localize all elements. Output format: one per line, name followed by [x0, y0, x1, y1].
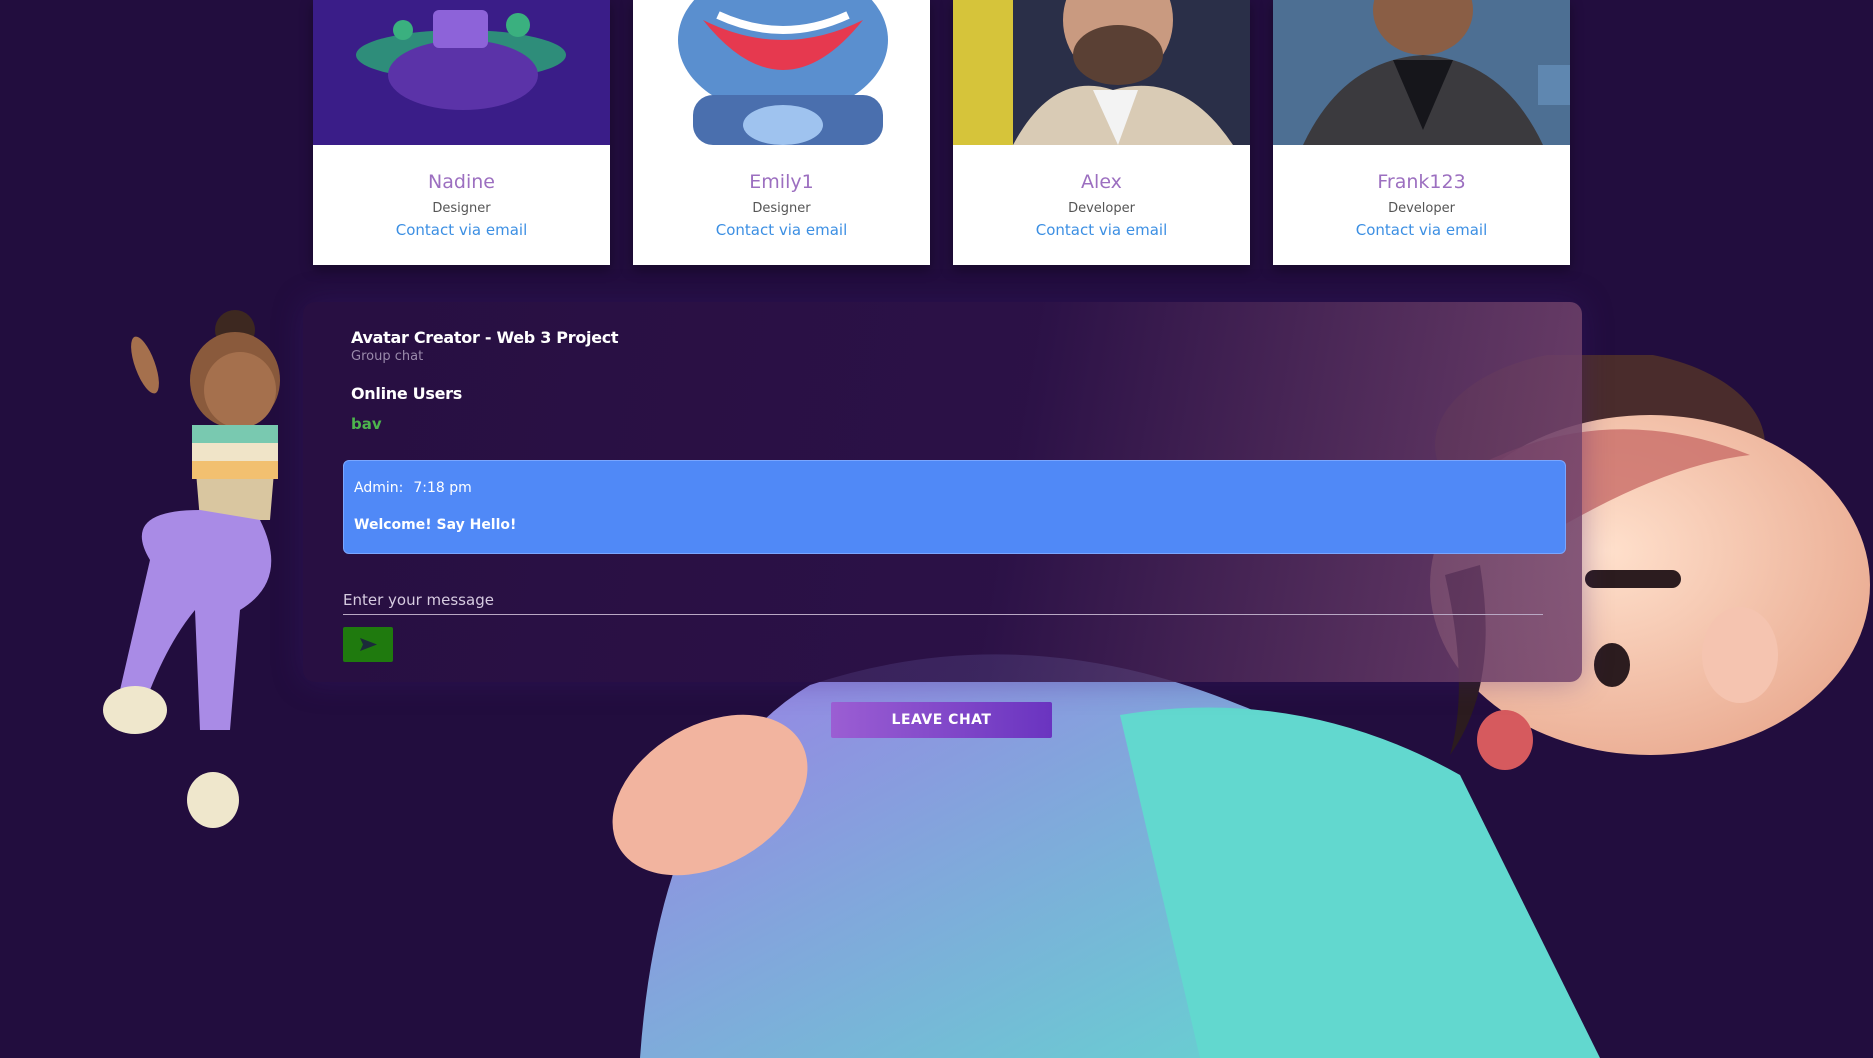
member-role: Designer: [752, 201, 811, 216]
member-name: Emily1: [749, 171, 814, 193]
member-photo: [953, 0, 1250, 145]
send-button[interactable]: [343, 627, 393, 662]
contact-email-link[interactable]: Contact via email: [1273, 221, 1570, 239]
chat-room-title: Avatar Creator - Web 3 Project: [351, 328, 619, 347]
member-photo: [313, 0, 610, 145]
member-photo: [633, 0, 930, 145]
team-card-frank123: Frank123 Developer Contact via email: [1273, 0, 1570, 265]
leave-chat-button[interactable]: LEAVE CHAT: [831, 702, 1052, 738]
member-role: Developer: [1068, 201, 1135, 216]
chat-message: Admin: 7:18 pm Welcome! Say Hello!: [343, 460, 1566, 554]
send-icon: [360, 638, 377, 651]
member-name: Nadine: [428, 171, 495, 193]
member-role: Developer: [1388, 201, 1455, 216]
online-user-item: bav: [351, 415, 382, 433]
member-photo: [1273, 0, 1570, 145]
member-role: Designer: [432, 201, 491, 216]
contact-email-link[interactable]: Contact via email: [953, 221, 1250, 239]
member-name: Alex: [1081, 171, 1122, 193]
contact-email-link[interactable]: Contact via email: [313, 221, 610, 239]
message-author: Admin:: [354, 480, 404, 496]
message-input[interactable]: [343, 586, 1543, 615]
team-card-emily1: Emily1 Designer Contact via email: [633, 0, 930, 265]
team-card-alex: Alex Developer Contact via email: [953, 0, 1250, 265]
chat-room-subtitle: Group chat: [351, 349, 424, 364]
message-meta: Admin: 7:18 pm: [354, 480, 482, 496]
chat-panel: Avatar Creator - Web 3 Project Group cha…: [303, 302, 1582, 682]
message-text: Welcome! Say Hello!: [354, 517, 517, 533]
contact-email-link[interactable]: Contact via email: [633, 221, 930, 239]
online-users-heading: Online Users: [351, 384, 462, 403]
message-time: 7:18 pm: [413, 480, 472, 496]
team-card-nadine: Nadine Designer Contact via email: [313, 0, 610, 265]
character-illustration-small: [103, 310, 280, 828]
member-name: Frank123: [1377, 171, 1466, 193]
